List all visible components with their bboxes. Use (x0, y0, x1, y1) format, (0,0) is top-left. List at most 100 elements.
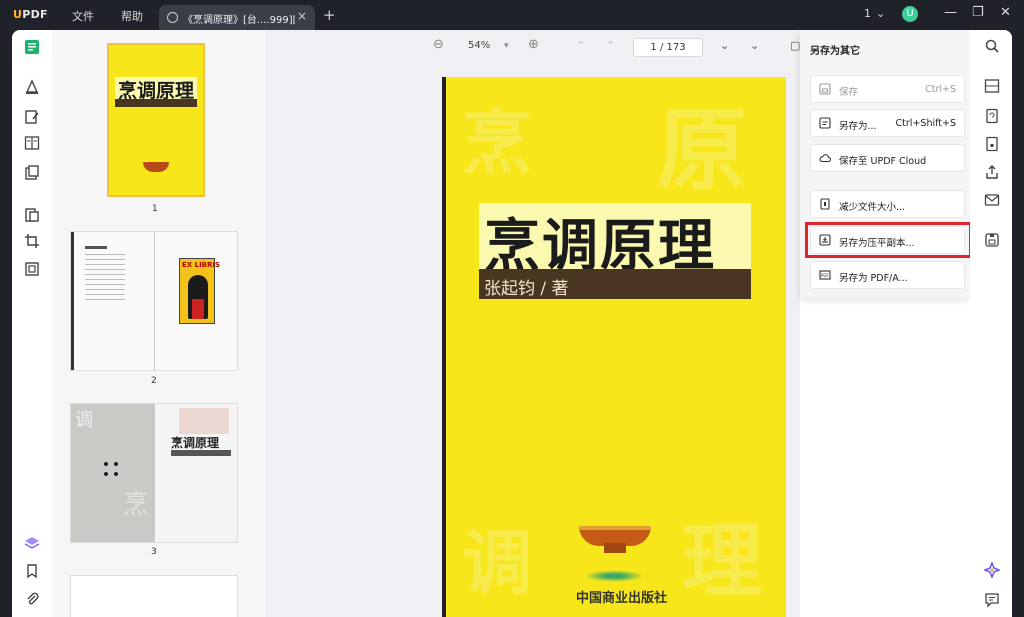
viewer-toolbar: ⊖ 54% ▾ ⊕ ⌃ ⌃ 1 / 173 ⌄ ⌄ ▢ (266, 30, 800, 64)
save-as-pdfa-label: 另存为 PDF/A... (839, 273, 908, 284)
zoom-in-icon[interactable]: ⊕ (528, 37, 539, 52)
page-tools-icon[interactable] (23, 206, 41, 224)
close-window-icon[interactable]: ✕ (1000, 5, 1011, 20)
ai-assistant-icon[interactable] (982, 560, 1002, 580)
app-window: 烹调原理 1 EX LIBRIS 2 调 烹 烹调原理 3 ⊖ 54% ▾ ⊕ … (12, 30, 1012, 617)
save-to-cloud-label: 保存至 UPDF Cloud (839, 156, 927, 167)
user-avatar[interactable]: U (902, 6, 918, 22)
highlight-flattened-copy (805, 222, 972, 258)
pdf-page-cover: 烹 原 理 调 烹调原理 张起钧 / 著 中国商业出版社 (442, 77, 786, 617)
page-number-box[interactable]: 1 / 173 (633, 38, 703, 57)
save-shortcut: Ctrl+S (925, 84, 956, 95)
thumbnail-spine (71, 232, 74, 370)
save-label: 保存 (839, 87, 859, 98)
save-to-cloud-button[interactable]: 保存至 UPDF Cloud (810, 144, 965, 172)
view-mode-icon[interactable]: ▢ (790, 39, 800, 52)
document-tab-icon (167, 12, 178, 23)
save-as-button[interactable]: 另存为... Ctrl+Shift+S (810, 109, 965, 137)
save-as-icon (819, 117, 831, 129)
thumbnail-exlibris-text: EX LIBRIS (182, 261, 221, 269)
cover-bowl-base (604, 543, 626, 553)
comment-list-icon[interactable] (984, 592, 1000, 608)
thumbnail-panel: 烹调原理 1 EX LIBRIS 2 调 烹 烹调原理 3 (52, 30, 266, 617)
last-page-icon[interactable]: ⌄ (750, 39, 759, 52)
thumbnail-ghost-char-2: 烹 (123, 490, 150, 520)
thumbnail-3-title: 烹调原理 (171, 436, 220, 450)
title-bar: UPDF 文件 帮助 《烹调原理》[台....999][PDF] × + 1 ⌄… (0, 0, 1024, 30)
ocr-icon[interactable] (984, 78, 1000, 94)
previous-page-icon[interactable]: ⌃ (606, 39, 615, 52)
save-button[interactable]: 保存 Ctrl+S (810, 75, 965, 103)
svg-text:PDF: PDF (821, 273, 829, 278)
thumbnail-1-number: 1 (152, 204, 158, 214)
cover-ghost-char-4: 调 (462, 521, 532, 604)
thumbnail-3-number: 3 (151, 547, 157, 557)
thumbnail-3-stamp (179, 408, 229, 434)
comment-tool-icon[interactable] (23, 78, 41, 96)
next-page-icon[interactable]: ⌄ (720, 39, 729, 52)
thumbnail-bowl (143, 162, 169, 172)
total-pages: 173 (666, 42, 686, 53)
attachment-icon[interactable] (23, 590, 41, 608)
new-tab-icon[interactable]: + (323, 6, 336, 24)
window-count[interactable]: 1 (864, 7, 871, 20)
thumbnail-page-3[interactable]: 调 烹 烹调原理 (70, 403, 238, 543)
cover-ghost-char-3: 理 (682, 514, 762, 608)
cover-bowl-shadow (584, 570, 644, 582)
compress-icon (819, 198, 831, 210)
thumbnail-ghost-char: 调 (75, 410, 93, 431)
thumbnail-page-4[interactable] (70, 575, 238, 617)
cover-ghost-char-2: 原 (657, 97, 747, 203)
thumbnail-text-block (85, 254, 125, 304)
protect-icon[interactable] (984, 136, 1000, 152)
form-tool-icon[interactable] (23, 134, 41, 152)
document-tab[interactable]: 《烹调原理》[台....999][PDF] × (159, 5, 315, 30)
panel-title: 另存为其它 (810, 46, 860, 57)
share-icon[interactable] (984, 164, 1000, 180)
bookmark-icon[interactable] (23, 562, 41, 580)
thumbnail-exlibris-accent (192, 299, 204, 319)
right-toolbar (970, 30, 1012, 617)
thumbnail-3-author-band (171, 450, 231, 456)
pdfa-icon: PDF (819, 269, 831, 281)
crop-tool-icon[interactable] (23, 232, 41, 250)
cloud-icon (819, 152, 832, 164)
zoom-dropdown-icon[interactable]: ▾ (504, 41, 509, 51)
document-viewer: ⊖ 54% ▾ ⊕ ⌃ ⌃ 1 / 173 ⌄ ⌄ ▢ 烹 原 理 调 烹调原理… (266, 30, 800, 617)
menu-file[interactable]: 文件 (72, 8, 94, 24)
minimize-icon[interactable]: — (944, 5, 957, 20)
first-page-icon[interactable]: ⌃ (576, 39, 585, 52)
zoom-level[interactable]: 54% (468, 40, 490, 51)
layers-icon[interactable] (23, 534, 41, 552)
app-logo: UPDF (13, 8, 48, 21)
search-icon[interactable] (984, 38, 1000, 54)
current-page-input[interactable]: 1 (650, 42, 656, 53)
cover-publisher: 中国商业出版社 (576, 591, 668, 606)
reader-mode-icon[interactable] (23, 38, 41, 56)
cover-spine (442, 77, 446, 617)
menu-help[interactable]: 帮助 (121, 8, 143, 24)
email-icon[interactable] (984, 192, 1000, 208)
document-tab-title: 《烹调原理》[台....999][PDF] (183, 15, 295, 26)
chevron-down-icon[interactable]: ⌄ (876, 7, 885, 20)
thumbnail-exlibris-image: EX LIBRIS (179, 258, 220, 324)
organize-pages-icon[interactable] (23, 164, 41, 182)
save-icon (819, 83, 831, 95)
ocr-tool-icon[interactable] (23, 260, 41, 278)
save-as-shortcut: Ctrl+Shift+S (895, 118, 956, 129)
thumbnail-page-1[interactable]: 烹调原理 (107, 43, 205, 197)
convert-icon[interactable] (984, 108, 1000, 124)
left-toolbar (12, 30, 52, 617)
close-tab-icon[interactable]: × (297, 9, 307, 23)
edit-tool-icon[interactable] (23, 108, 41, 126)
save-as-pdfa-button[interactable]: PDF 另存为 PDF/A... (810, 261, 965, 289)
thumbnail-author-band (115, 99, 197, 107)
restore-icon[interactable]: ❐ (972, 5, 984, 20)
save-as-other-icon[interactable] (984, 232, 1000, 248)
reduce-file-size-button[interactable]: 减少文件大小... (810, 190, 965, 218)
thumbnail-spread-fold (154, 232, 155, 370)
zoom-out-icon[interactable]: ⊖ (433, 37, 444, 52)
thumbnail-dots (101, 459, 121, 479)
thumbnail-page-2[interactable]: EX LIBRIS (70, 231, 238, 371)
save-as-label: 另存为... (839, 121, 877, 132)
